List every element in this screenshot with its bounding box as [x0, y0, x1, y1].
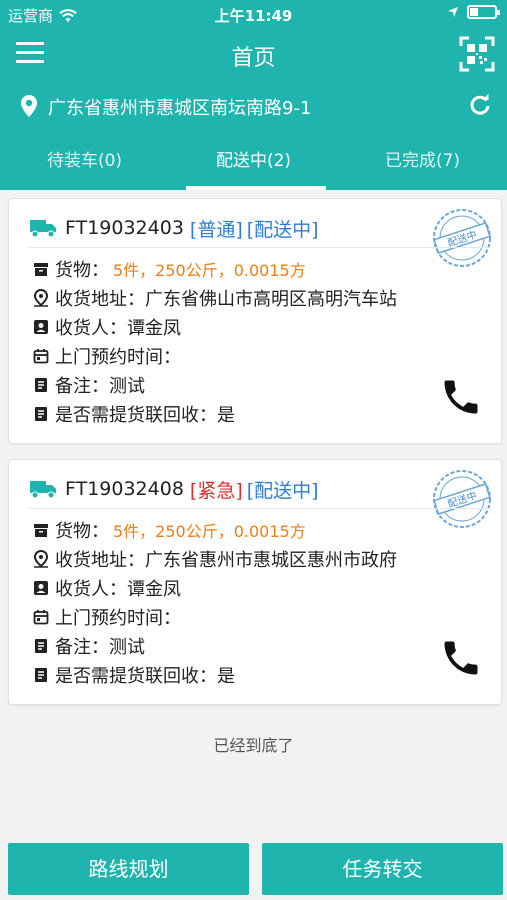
- goods-row: 货物： 5件，250公斤，0.0015方: [31, 517, 306, 543]
- note-icon: [31, 636, 51, 656]
- address-value: 广东省佛山市高明区高明汽车站: [145, 289, 397, 310]
- battery-icon: [467, 5, 500, 19]
- address-row: 收货地址： 广东省惠州市惠城区惠州市政府: [31, 546, 397, 572]
- appointment-row: 上门预约时间：: [31, 604, 181, 630]
- recycle-row: 是否需提货联回收： 是: [31, 662, 235, 688]
- current-location-bar: 广东省惠州市惠城区南坛南路9-1: [0, 88, 507, 124]
- receiver-value: 谭金凤: [127, 318, 181, 339]
- tab-completed[interactable]: 已完成(7): [338, 146, 507, 171]
- remark-value: 测试: [109, 637, 145, 658]
- truck-icon: [30, 220, 56, 238]
- delivering-stamp: 配送中: [433, 470, 491, 528]
- recycle-value: 是: [217, 405, 235, 426]
- address-label: 收货地址：: [55, 550, 145, 571]
- header-bar: 运营商 上午11:49 首页 广东省惠州市惠城区南坛南路9-1 待装车(0) 配…: [0, 0, 507, 190]
- divider: [29, 508, 489, 509]
- priority-badge: [普通]: [189, 218, 243, 241]
- map-marker-icon: [31, 288, 51, 308]
- list-end-text: 已经到底了: [213, 736, 294, 755]
- tab-delivering[interactable]: 配送中(2): [169, 146, 338, 171]
- receiver-value: 谭金凤: [127, 579, 181, 600]
- location-pin-icon: [21, 95, 37, 117]
- remark-row: 备注： 测试: [31, 372, 145, 398]
- location-arrow-icon: [448, 7, 458, 17]
- phone-call-icon[interactable]: [439, 375, 483, 419]
- note-icon: [31, 404, 51, 424]
- tab-pending-loading[interactable]: 待装车(0): [0, 146, 169, 171]
- box-icon: [31, 259, 51, 279]
- truck-icon: [30, 481, 56, 499]
- priority-badge: [紧急]: [189, 479, 243, 502]
- recycle-row: 是否需提货联回收： 是: [31, 401, 235, 427]
- order-card[interactable]: FT19032408 [紧急] [配送中] 配送中 货物： 5件，250公斤，0…: [8, 459, 502, 705]
- goods-value: 5件，250公斤，0.0015方: [113, 522, 306, 541]
- qr-scan-icon[interactable]: [459, 36, 495, 72]
- active-tab-indicator: [186, 186, 326, 190]
- remark-label: 备注：: [55, 376, 109, 397]
- note-icon: [31, 665, 51, 685]
- receiver-row: 收货人： 谭金凤: [31, 314, 181, 340]
- goods-label: 货物：: [55, 521, 109, 542]
- calendar-icon: [31, 346, 51, 366]
- note-icon: [31, 375, 51, 395]
- route-planning-button[interactable]: 路线规划: [8, 843, 249, 895]
- order-card[interactable]: FT19032403 [普通] [配送中] 配送中 货物： 5件，250公斤，0…: [8, 198, 502, 444]
- goods-label: 货物：: [55, 260, 109, 281]
- receiver-label: 收货人：: [55, 579, 127, 600]
- contact-card-icon: [31, 317, 51, 337]
- status-badge: [配送中]: [246, 218, 319, 241]
- current-address: 广东省惠州市惠城区南坛南路9-1: [48, 98, 312, 119]
- status-badge: [配送中]: [246, 479, 319, 502]
- appointment-row: 上门预约时间：: [31, 343, 181, 369]
- remark-value: 测试: [109, 376, 145, 397]
- refresh-icon[interactable]: [469, 94, 491, 116]
- status-tabs: 待装车(0) 配送中(2) 已完成(7): [0, 138, 507, 190]
- recycle-value: 是: [217, 666, 235, 687]
- status-bar: 运营商 上午11:49: [0, 0, 507, 28]
- page-title: 首页: [231, 46, 276, 71]
- recycle-label: 是否需提货联回收：: [55, 666, 217, 687]
- calendar-icon: [31, 607, 51, 627]
- address-row: 收货地址： 广东省佛山市高明区高明汽车站: [31, 285, 397, 311]
- clock: 上午11:49: [214, 7, 293, 25]
- receiver-row: 收货人： 谭金凤: [31, 575, 181, 601]
- map-marker-icon: [31, 549, 51, 569]
- appointment-label: 上门预约时间：: [55, 608, 181, 629]
- phone-call-icon[interactable]: [439, 636, 483, 680]
- delivering-stamp: 配送中: [433, 209, 491, 267]
- nav-bar: 首页: [0, 30, 507, 80]
- receiver-label: 收货人：: [55, 318, 127, 339]
- order-number: FT19032408: [65, 478, 184, 500]
- address-label: 收货地址：: [55, 289, 145, 310]
- goods-value: 5件，250公斤，0.0015方: [113, 261, 306, 280]
- divider: [29, 247, 489, 248]
- remark-label: 备注：: [55, 637, 109, 658]
- appointment-label: 上门预约时间：: [55, 347, 181, 368]
- recycle-label: 是否需提货联回收：: [55, 405, 217, 426]
- order-number: FT19032403: [65, 217, 184, 239]
- box-icon: [31, 520, 51, 540]
- remark-row: 备注： 测试: [31, 633, 145, 659]
- address-value: 广东省惠州市惠城区惠州市政府: [145, 550, 397, 571]
- task-transfer-button[interactable]: 任务转交: [262, 843, 503, 895]
- contact-card-icon: [31, 578, 51, 598]
- goods-row: 货物： 5件，250公斤，0.0015方: [31, 256, 306, 282]
